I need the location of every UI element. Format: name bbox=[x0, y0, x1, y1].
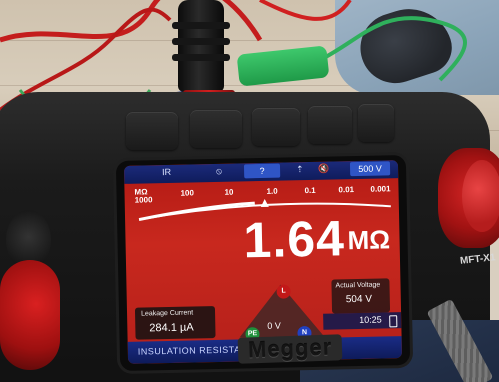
main-reading-value: 1.64 bbox=[242, 210, 346, 269]
clock-time: 10:25 bbox=[359, 314, 382, 325]
mode-ir-label: IR bbox=[161, 166, 172, 178]
leakage-current-panel: Leakage Current 284.1 µA bbox=[134, 306, 216, 340]
lock-icon: ⦸ bbox=[215, 165, 223, 176]
lcd-screen: IR ⦸ ? ⇡ 🔇 500 V MΩ 1000 100 10 1.0 0.1 … bbox=[123, 160, 403, 364]
soft-key-4[interactable] bbox=[308, 106, 352, 144]
sound-off-icon: 🔇 bbox=[317, 163, 330, 174]
soft-key-5[interactable] bbox=[358, 104, 394, 142]
probe-grip-ring bbox=[172, 38, 230, 45]
probe-grip-ring bbox=[172, 54, 230, 61]
actual-voltage-label: Actual Voltage bbox=[335, 281, 381, 290]
actual-voltage-value: 504 V bbox=[345, 293, 373, 306]
rotary-knob-left[interactable] bbox=[0, 260, 60, 370]
leakage-current-label: Leakage Current bbox=[140, 309, 194, 318]
rotary-knob-cap bbox=[462, 160, 499, 232]
actual-voltage-panel: Actual Voltage 504 V bbox=[331, 278, 391, 314]
clock-bar: 10:25 bbox=[323, 312, 402, 330]
help-icon: ? bbox=[259, 165, 265, 177]
green-lead bbox=[319, 16, 467, 82]
soft-key-2[interactable] bbox=[190, 110, 242, 148]
soft-key-3[interactable] bbox=[252, 108, 300, 146]
photo-scene: MFT-X1 IR ⦸ ? ⇡ 🔇 500 V MΩ 1000 100 10 1… bbox=[0, 0, 499, 382]
help-button[interactable]: ? bbox=[243, 163, 281, 179]
terminal-voltage: 0 V bbox=[267, 320, 281, 331]
probe-plug bbox=[178, 0, 224, 92]
red-lead bbox=[259, 0, 352, 21]
battery-icon bbox=[389, 315, 398, 328]
scale-pointer bbox=[260, 198, 269, 208]
arrow-icon: ⇡ bbox=[295, 164, 304, 175]
probe-grip-ring bbox=[172, 22, 230, 29]
leakage-current-value: 284.1 µA bbox=[149, 321, 194, 335]
main-reading-unit: MΩ bbox=[347, 224, 391, 256]
soft-key-1[interactable] bbox=[126, 112, 178, 150]
voltage-range-badge: 500 V bbox=[349, 161, 391, 177]
brand-logo: Megger bbox=[237, 334, 343, 364]
